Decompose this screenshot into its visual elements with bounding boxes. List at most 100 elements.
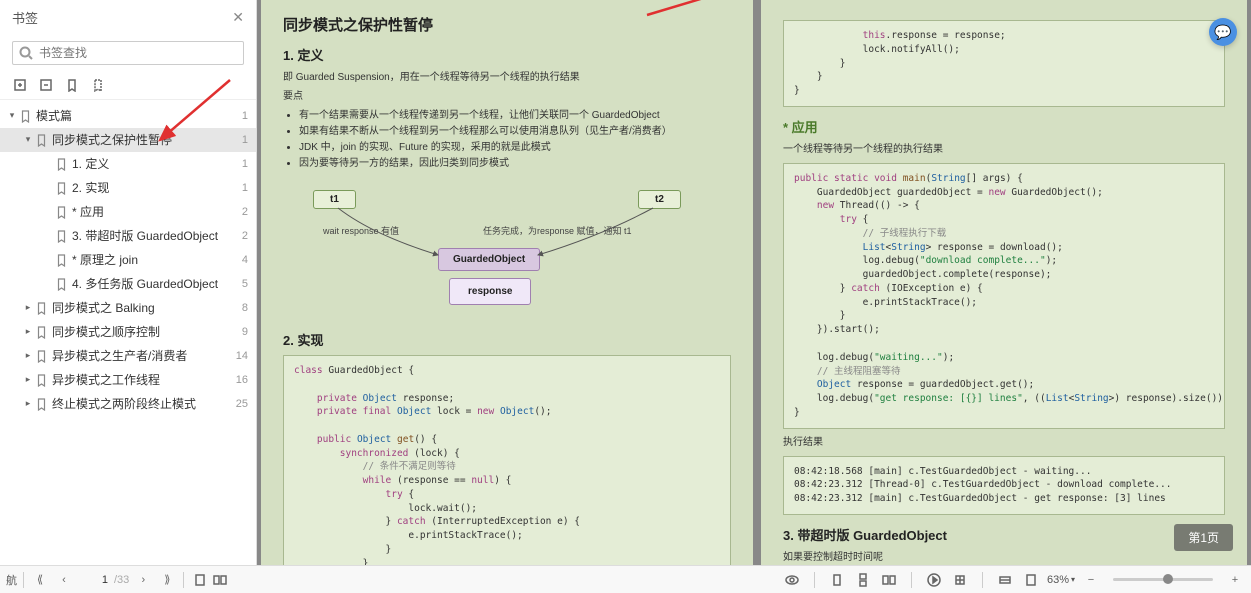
caret-icon[interactable]: ▾ <box>22 133 34 147</box>
bookmark-item[interactable]: 3. 带超时版 GuardedObject2 <box>0 224 256 248</box>
section-2-heading: 2. 实现 <box>283 330 731 349</box>
caret-icon[interactable]: ▸ <box>22 373 34 387</box>
section-3-text: 如果要控制超时时间呢 <box>783 550 1225 565</box>
first-page-button[interactable]: ⟪ <box>30 570 50 590</box>
bookmark-outline-icon[interactable] <box>90 77 106 93</box>
section-1-heading: 1. 定义 <box>283 45 731 64</box>
bookmark-page: 1 <box>230 132 248 149</box>
bookmarks-sidebar: 书签 ✕ ▾模式篇1▾同步模式之保护性暂停11. 定义12. 实现1* 应用23… <box>0 0 257 565</box>
zoom-in-button[interactable]: + <box>1225 570 1245 590</box>
view-single-icon[interactable] <box>190 570 210 590</box>
bottom-toolbar: 航 ⟪ ‹ /33 › ⟫ 63% ▾ − + <box>0 565 1251 593</box>
bookmark-icon[interactable] <box>64 77 80 93</box>
bookmark-item[interactable]: ▸ 异步模式之工作线程16 <box>0 368 256 392</box>
bookmark-item[interactable]: ▸ 终止模式之两阶段终止模式25 <box>0 392 256 416</box>
bookmark-label: 终止模式之两阶段终止模式 <box>52 395 230 413</box>
bookmark-label: 同步模式之 Balking <box>52 299 230 317</box>
bookmark-icon <box>54 277 68 291</box>
result-output: 08:42:18.568 [main] c.TestGuardedObject … <box>783 456 1225 515</box>
fit-width-icon[interactable] <box>995 570 1015 590</box>
layout-two-page-icon[interactable] <box>879 570 899 590</box>
assistant-fab-icon[interactable]: 💬 <box>1209 18 1237 46</box>
key-points-list: 有一个结果需要从一个线程传递到另一个线程，让他们关联同一个 GuardedObj… <box>299 108 731 172</box>
close-icon[interactable]: ✕ <box>232 9 244 26</box>
bookmark-page: 4 <box>230 252 248 269</box>
expand-all-icon[interactable] <box>12 77 28 93</box>
chevron-down-icon[interactable]: ▾ <box>1071 575 1075 584</box>
bookmark-label: 4. 多任务版 GuardedObject <box>72 275 230 293</box>
zoom-slider-thumb[interactable] <box>1163 574 1173 584</box>
zoom-control: 63% ▾ <box>1047 574 1075 586</box>
eye-icon[interactable] <box>782 570 802 590</box>
bookmark-item[interactable]: 4. 多任务版 GuardedObject5 <box>0 272 256 296</box>
doc-title: 同步模式之保护性暂停 <box>283 14 731 35</box>
search-input-wrap[interactable] <box>12 41 244 65</box>
separator <box>183 572 184 588</box>
definition-text: 即 Guarded Suspension，用在一个线程等待另一个线程的执行结果 <box>283 70 731 85</box>
page-1-left: 同步模式之保护性暂停 1. 定义 即 Guarded Suspension，用在… <box>261 0 753 565</box>
bookmark-icon <box>54 253 68 267</box>
bookmark-item[interactable]: * 应用2 <box>0 200 256 224</box>
view-facing-icon[interactable] <box>210 570 230 590</box>
separator <box>814 572 815 588</box>
last-page-button[interactable]: ⟫ <box>157 570 177 590</box>
bookmark-page: 9 <box>230 324 248 341</box>
bookmark-icon <box>54 229 68 243</box>
section-3-heading: 3. 带超时版 GuardedObject <box>783 525 1225 544</box>
bookmark-item[interactable]: ▸同步模式之 Balking8 <box>0 296 256 320</box>
bookmark-item[interactable]: * 原理之 join4 <box>0 248 256 272</box>
fit-page-icon[interactable] <box>1021 570 1041 590</box>
bookmark-item[interactable]: ▸ 同步模式之顺序控制9 <box>0 320 256 344</box>
caret-icon[interactable]: ▸ <box>22 397 34 411</box>
bookmark-page: 5 <box>230 276 248 293</box>
bookmark-icon <box>34 349 48 363</box>
search-input[interactable] <box>39 46 237 60</box>
caret-icon[interactable]: ▸ <box>22 301 34 315</box>
bookmark-label: 2. 实现 <box>72 179 230 197</box>
bookmark-icon <box>34 373 48 387</box>
page-number-input[interactable] <box>78 574 108 586</box>
nav-label: 航 <box>6 572 17 588</box>
next-page-button[interactable]: › <box>133 570 153 590</box>
caret-icon[interactable]: ▸ <box>22 325 34 339</box>
bookmark-icon <box>54 181 68 195</box>
bookmark-icon <box>34 133 48 147</box>
bookmark-label: 异步模式之工作线程 <box>52 371 230 389</box>
layout-single-icon[interactable] <box>827 570 847 590</box>
code-block-main: public static void main(String[] args) {… <box>783 163 1225 429</box>
rotate-icon[interactable] <box>950 570 970 590</box>
collapse-all-icon[interactable] <box>38 77 54 93</box>
bookmark-item[interactable]: ▸异步模式之生产者/消费者14 <box>0 344 256 368</box>
page-total-label: /33 <box>114 574 129 586</box>
bookmark-page: 16 <box>230 372 248 389</box>
bookmark-page: 25 <box>230 396 248 413</box>
bookmark-label: * 应用 <box>72 203 230 221</box>
play-icon[interactable] <box>924 570 944 590</box>
bookmark-page: 2 <box>230 228 248 245</box>
caret-icon[interactable]: ▾ <box>6 109 18 123</box>
bookmark-item[interactable]: 1. 定义1 <box>0 152 256 176</box>
list-item: 有一个结果需要从一个线程传递到另一个线程，让他们关联同一个 GuardedObj… <box>299 108 731 124</box>
prev-page-button[interactable]: ‹ <box>54 570 74 590</box>
zoom-value[interactable]: 63% <box>1047 574 1069 586</box>
bookmark-page: 1 <box>230 180 248 197</box>
sidebar-tools <box>0 71 256 100</box>
sidebar-search <box>12 41 244 65</box>
layout-continuous-icon[interactable] <box>853 570 873 590</box>
page-1-right: this.response = response; lock.notifyAll… <box>761 0 1247 565</box>
zoom-slider[interactable] <box>1113 578 1213 581</box>
zoom-out-button[interactable]: − <box>1081 570 1101 590</box>
bookmark-item[interactable]: ▾模式篇1 <box>0 104 256 128</box>
page-nav-group: ⟪ ‹ /33 › ⟫ <box>30 570 177 590</box>
code-block-guardedobject: class GuardedObject { private Object res… <box>283 355 731 565</box>
separator <box>911 572 912 588</box>
bookmark-label: * 原理之 join <box>72 251 230 269</box>
bookmark-item[interactable]: ▾同步模式之保护性暂停1 <box>0 128 256 152</box>
bookmark-label: 同步模式之顺序控制 <box>52 323 230 341</box>
guarded-object-diagram: t1 t2 wait response 有值 任务完成，为response 赋值… <box>283 180 731 320</box>
document-viewport[interactable]: 同步模式之保护性暂停 1. 定义 即 Guarded Suspension，用在… <box>257 0 1251 565</box>
bookmark-label: 模式篇 <box>36 107 230 125</box>
caret-icon[interactable]: ▸ <box>22 349 34 363</box>
bookmark-item[interactable]: 2. 实现1 <box>0 176 256 200</box>
bookmark-icon <box>54 205 68 219</box>
